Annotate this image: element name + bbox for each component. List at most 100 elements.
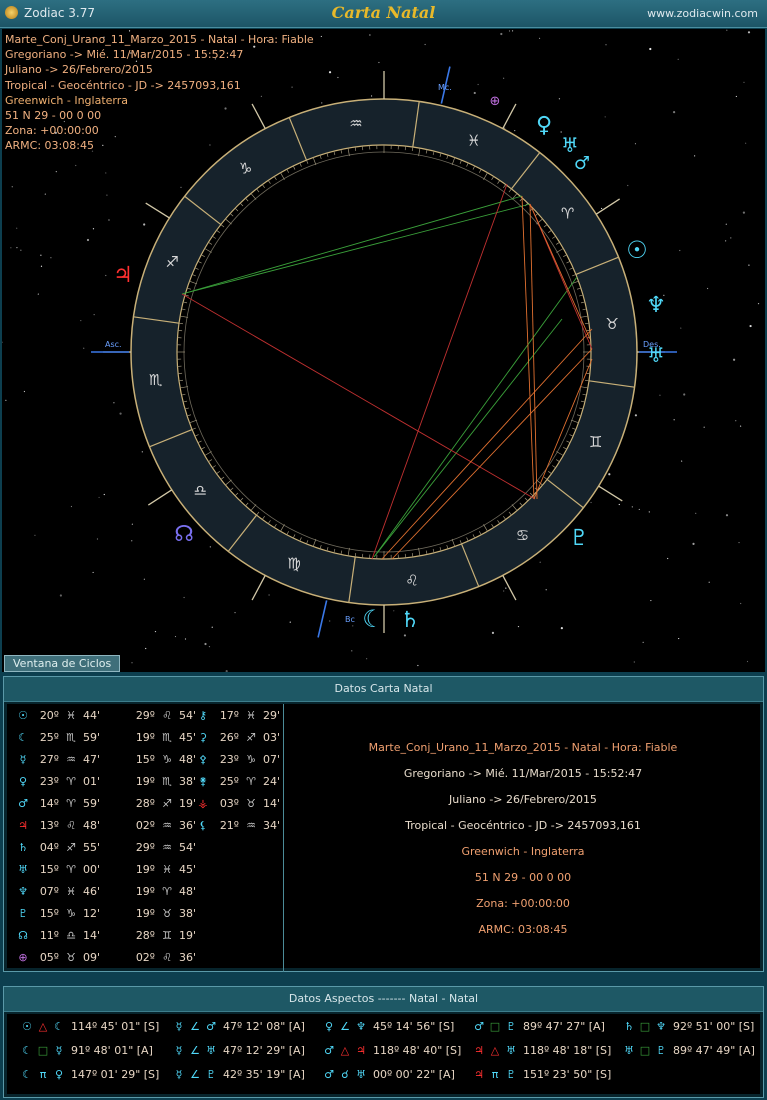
zodiac-sign-glyph: ♏: [149, 371, 163, 389]
planet-position: 15º ♑ 48': [125, 753, 196, 766]
zodiac-sign-glyph: ♑: [239, 159, 252, 177]
natal-data-panel: Datos Carta Natal ☉ 20º ♓ 44' ☾ 25º ♏ 59' ☿ 27º ♒ 4…: [3, 676, 764, 972]
house-cusp: [145, 202, 170, 219]
sign-icon: ♉: [66, 951, 76, 964]
info-line: ARMC: 03:08:45: [5, 139, 94, 153]
position-minute: 59': [83, 731, 101, 744]
jupiter-glyph: ♃: [113, 263, 133, 288]
position-minute: 54': [179, 709, 197, 722]
star: [590, 501, 592, 504]
star: [604, 116, 606, 118]
aspect-value: 47º 12' 29" [A]: [223, 1044, 305, 1057]
saturn-glyph: ♄: [400, 608, 420, 633]
position-minute: 29': [263, 709, 281, 722]
sign-icon: ♓: [66, 885, 76, 898]
position-minute: 14': [83, 929, 101, 942]
aspect-entry: ♄ □ ♆ 92º 51' 00" [S]: [621, 1020, 754, 1033]
star: [743, 81, 745, 83]
star: [560, 626, 563, 630]
star: [143, 223, 146, 226]
aspect-entry: ☉ △ ☾ 114º 45' 01" [S]: [19, 1020, 159, 1033]
position-minute: 55': [83, 841, 101, 854]
planet-position: 19º ♏ 45': [125, 731, 196, 744]
star: [106, 194, 108, 196]
planet-icon: ☿: [55, 1044, 63, 1057]
planet-position: ⚵ 25º ♈ 24': [195, 775, 280, 788]
planet-icon: ♄: [624, 1020, 634, 1033]
planet-icon: ♂: [18, 797, 28, 810]
planet-position: ♂ 14º ♈ 59': [15, 797, 100, 810]
star: [726, 29, 728, 31]
info-line: Juliano -> 26/Febrero/2015: [5, 63, 153, 77]
aspect-entry: ♃ △ ♅ 118º 48' 18" [S]: [471, 1044, 611, 1057]
star: [679, 249, 681, 252]
star: [108, 219, 110, 221]
sign-icon: ♌: [162, 709, 172, 722]
sign-icon: ♓: [162, 863, 172, 876]
star: [225, 669, 228, 672]
cycles-window-tab[interactable]: Ventana de Ciclos: [4, 655, 121, 672]
planet-icon: ♃: [474, 1044, 484, 1057]
aspect-value: 118º 48' 18" [S]: [523, 1044, 612, 1057]
zodiac-sign-glyph: ♉: [606, 315, 619, 333]
star: [11, 186, 13, 188]
sign-icon: ♒: [162, 841, 172, 854]
zodiac-sign-glyph: ♐: [166, 253, 179, 271]
star: [352, 625, 354, 627]
chart-info: Marte_Conj_Urano_11_Marzo_2015 - Natal -…: [5, 32, 314, 154]
aspects-table: ☉ △ ☾ 114º 45' 01" [S] ☿ ∠ ♂ 47º 12' 08" [A] ♀ ∠ ♆…: [7, 1014, 760, 1094]
star: [503, 590, 505, 592]
position-minute: 36': [179, 819, 197, 832]
website-link[interactable]: www.zodiacwin.com: [647, 7, 758, 20]
star: [681, 460, 683, 462]
sign-icon: ♓: [66, 709, 76, 722]
star: [92, 228, 95, 230]
star: [337, 76, 339, 79]
planet-position: ☊ 11º ♎ 14': [15, 929, 100, 942]
position-minute: 09': [83, 951, 101, 964]
star: [370, 95, 373, 97]
star: [145, 647, 147, 650]
star: [154, 630, 157, 633]
planet-icon: ♇: [656, 1044, 666, 1057]
star: [34, 534, 36, 536]
star: [695, 512, 697, 514]
star: [618, 503, 620, 506]
star: [748, 264, 750, 266]
bc-axis: [317, 600, 328, 638]
planet-icon: ☿: [175, 1068, 183, 1081]
zodiac-sign-glyph: ♊: [589, 433, 602, 451]
star: [289, 621, 291, 623]
position-degree: 02º: [135, 951, 155, 964]
star: [735, 95, 737, 98]
info-line: Marte_Conj_Urano_11_Marzo_2015 - Natal -…: [5, 33, 314, 46]
position-minute: 00': [83, 863, 101, 876]
position-degree: 25º: [39, 731, 59, 744]
star: [234, 612, 236, 614]
planet-position: 19º ♈ 48': [125, 885, 196, 898]
info-line: Gregoriano -> Mié. 11/Mar/2015 - 15:52:4…: [5, 48, 244, 62]
chart-canvas: ♈ ♉ ♊ ♋ ♌ ♍ ♎ ♏ ♐ ♑ ♒ ♓ Mc. Asc. Des. Bc ♀ ♅ ♂ ☉ ♆ ♅ ♇ ♄ ☾ ☊ ♃ ⊕ Ma…: [2, 29, 765, 672]
aspect-icon: □: [489, 1020, 501, 1033]
position-minute: 44': [83, 709, 101, 722]
position-minute: 12': [83, 907, 101, 920]
natal-summary: Marte_Conj_Urano_11_Marzo_2015 - Natal -…: [283, 704, 762, 972]
zodiac-sign-glyph: ♌: [405, 571, 418, 589]
position-degree: 07º: [39, 885, 59, 898]
title-bar: Zodiac 3.77 Carta Natal www.zodiacwin.co…: [0, 0, 767, 28]
aspect-entry: ♅ □ ♇ 89º 47' 49" [A]: [621, 1044, 755, 1057]
position-minute: 54': [179, 841, 197, 854]
star: [703, 426, 705, 428]
star: [96, 538, 99, 540]
star: [424, 43, 426, 46]
star: [83, 347, 85, 349]
planet-icon: ♇: [506, 1020, 516, 1033]
aspect-entry: ☾ □ ☿ 91º 48' 01" [A]: [19, 1044, 153, 1057]
star: [40, 265, 43, 267]
position-minute: 03': [263, 731, 281, 744]
planet-icon: ⚸: [198, 819, 208, 832]
position-degree: 28º: [135, 797, 155, 810]
star: [86, 238, 90, 242]
star: [730, 237, 732, 239]
star: [650, 599, 652, 602]
